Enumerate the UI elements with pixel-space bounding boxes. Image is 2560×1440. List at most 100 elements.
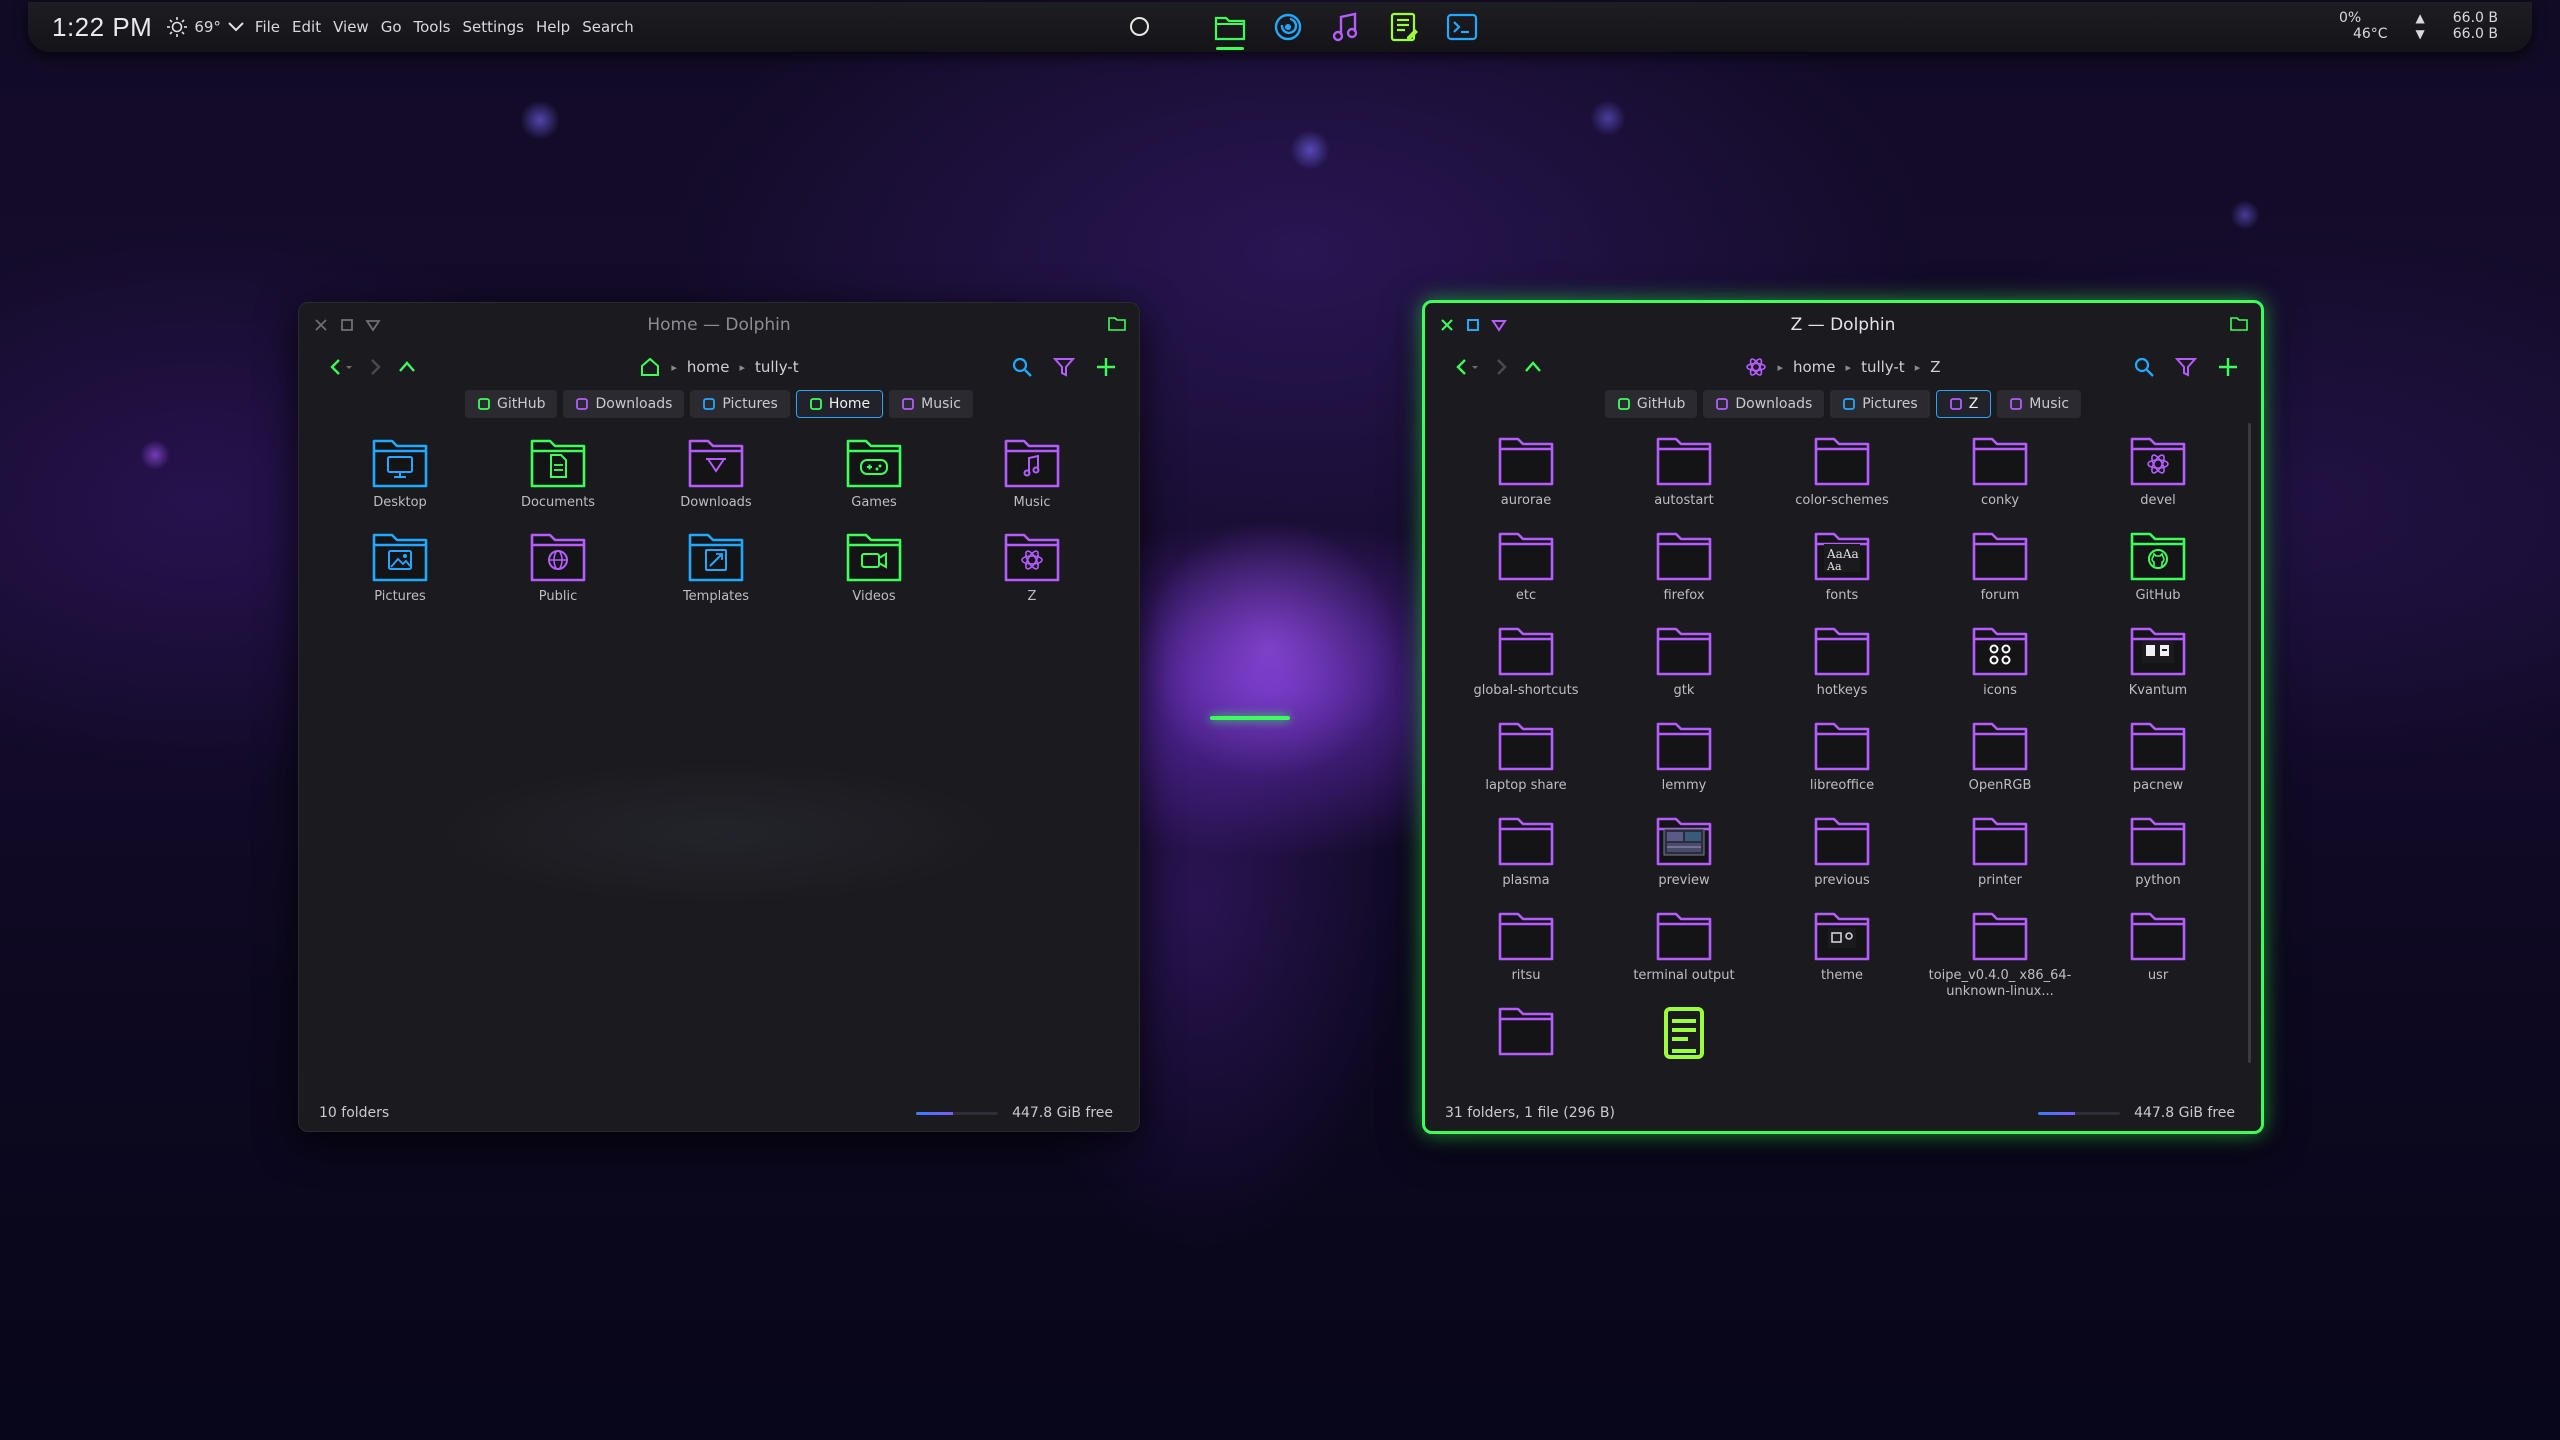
file-item[interactable]: Games — [795, 435, 953, 529]
back-icon[interactable] — [327, 357, 353, 377]
weather-widget[interactable]: 69° — [166, 16, 245, 38]
file-item[interactable]: Documents — [479, 435, 637, 529]
breadcrumb-user[interactable]: tully-t — [1861, 358, 1905, 376]
file-item[interactable]: laptop share — [1447, 718, 1605, 813]
file-item[interactable]: Public — [479, 529, 637, 623]
dolphin-home-window[interactable]: Home — Dolphin ▸ home ▸ tully-t GitHub Do… — [298, 302, 1140, 1132]
file-item[interactable]: color-schemes — [1763, 433, 1921, 528]
overview-circle-button[interactable] — [1130, 17, 1149, 36]
menu-help[interactable]: Help — [536, 18, 570, 36]
minimize-icon[interactable] — [1491, 317, 1507, 333]
file-item[interactable]: GitHub — [2079, 528, 2237, 623]
place-music[interactable]: Music — [1997, 390, 2082, 418]
file-item[interactable]: etc — [1447, 528, 1605, 623]
file-item[interactable]: lemmy — [1605, 718, 1763, 813]
titlebar[interactable]: Z — Dolphin — [1425, 303, 2261, 347]
file-item[interactable]: Desktop — [321, 435, 479, 529]
search-icon[interactable] — [1011, 356, 1033, 378]
close-icon[interactable] — [313, 317, 329, 333]
system-monitor[interactable]: 0% 46°C ▲ ▼ 66.0 B 66.0 B — [2339, 10, 2498, 42]
file-item[interactable]: theme — [1763, 908, 1921, 1003]
place-pictures[interactable]: Pictures — [690, 390, 790, 418]
place-github[interactable]: GitHub — [1604, 390, 1698, 418]
file-item[interactable] — [1447, 1003, 1605, 1098]
maximize-icon[interactable] — [339, 317, 355, 333]
file-item[interactable]: OpenRGB — [1921, 718, 2079, 813]
maximize-icon[interactable] — [1465, 317, 1481, 333]
place-downloads[interactable]: Downloads — [563, 390, 685, 418]
close-icon[interactable] — [1439, 317, 1455, 333]
file-item[interactable]: Music — [953, 435, 1111, 529]
file-item[interactable]: ritsu — [1447, 908, 1605, 1003]
file-item[interactable]: printer — [1921, 813, 2079, 908]
atom-icon[interactable] — [1745, 356, 1767, 378]
dolphin-z-window[interactable]: Z — Dolphin ▸ home ▸ tully-t ▸ Z GitHub D… — [1422, 300, 2264, 1134]
file-item[interactable]: preview — [1605, 813, 1763, 908]
minimize-icon[interactable] — [365, 317, 381, 333]
browser-task[interactable] — [1268, 8, 1308, 46]
chevron-down-icon[interactable] — [227, 21, 245, 33]
file-item[interactable]: previous — [1763, 813, 1921, 908]
file-item[interactable]: pacnew — [2079, 718, 2237, 813]
back-icon[interactable] — [1453, 357, 1479, 377]
file-item[interactable]: Z — [953, 529, 1111, 623]
file-item[interactable]: icons — [1921, 623, 2079, 718]
menu-tools[interactable]: Tools — [414, 18, 451, 36]
up-icon[interactable] — [1523, 359, 1543, 375]
menu-file[interactable]: File — [255, 18, 280, 36]
file-item[interactable]: Downloads — [637, 435, 795, 529]
titlebar[interactable]: Home — Dolphin — [299, 303, 1139, 347]
file-item[interactable]: toipe_v0.4.0_ x86_64- unknown-linux... — [1921, 908, 2079, 1003]
app-folder-icon[interactable] — [1107, 315, 1127, 333]
place-github[interactable]: GitHub — [464, 390, 558, 418]
place-home[interactable]: Home — [795, 390, 884, 418]
clock[interactable]: 1:22 PM — [52, 12, 152, 43]
breadcrumb-home[interactable]: home — [687, 358, 730, 376]
dolphin-task[interactable] — [1210, 8, 1250, 50]
breadcrumb-z[interactable]: Z — [1930, 358, 1940, 376]
filter-icon[interactable] — [2175, 356, 2197, 378]
breadcrumb-user[interactable]: tully-t — [755, 358, 799, 376]
breadcrumb-home[interactable]: home — [1793, 358, 1836, 376]
place-z[interactable]: Z — [1935, 390, 1992, 418]
file-item[interactable]: gtk — [1605, 623, 1763, 718]
search-icon[interactable] — [2133, 356, 2155, 378]
editor-task[interactable] — [1384, 8, 1424, 46]
menu-edit[interactable]: Edit — [292, 18, 321, 36]
menu-go[interactable]: Go — [381, 18, 402, 36]
file-item[interactable]: Kvantum — [2079, 623, 2237, 718]
free-space[interactable]: 447.8 GiB free — [2038, 1105, 2235, 1121]
home-icon[interactable] — [639, 356, 661, 378]
place-music[interactable]: Music — [889, 390, 974, 418]
forward-icon[interactable] — [367, 357, 383, 377]
file-item[interactable]: global-shortcuts — [1447, 623, 1605, 718]
file-item[interactable]: Videos — [795, 529, 953, 623]
file-item[interactable]: firefox — [1605, 528, 1763, 623]
file-item[interactable]: conky — [1921, 433, 2079, 528]
forward-icon[interactable] — [1493, 357, 1509, 377]
file-item[interactable]: autostart — [1605, 433, 1763, 528]
free-space[interactable]: 447.8 GiB free — [916, 1105, 1113, 1121]
app-folder-icon[interactable] — [2229, 315, 2249, 333]
file-item[interactable]: Templates — [637, 529, 795, 623]
file-item[interactable]: usr — [2079, 908, 2237, 1003]
music-task[interactable] — [1326, 8, 1366, 46]
file-item[interactable]: plasma — [1447, 813, 1605, 908]
file-item[interactable]: hotkeys — [1763, 623, 1921, 718]
menu-settings[interactable]: Settings — [462, 18, 524, 36]
file-item[interactable] — [1605, 1003, 1763, 1098]
file-item[interactable]: forum — [1921, 528, 2079, 623]
menu-view[interactable]: View — [333, 18, 369, 36]
file-item[interactable]: python — [2079, 813, 2237, 908]
file-item[interactable]: libreoffice — [1763, 718, 1921, 813]
add-icon[interactable] — [2217, 356, 2239, 378]
file-item[interactable]: AaAa Aa fonts — [1763, 528, 1921, 623]
place-downloads[interactable]: Downloads — [1703, 390, 1825, 418]
file-item[interactable]: terminal output — [1605, 908, 1763, 1003]
filter-icon[interactable] — [1053, 356, 1075, 378]
up-icon[interactable] — [397, 359, 417, 375]
file-item[interactable]: devel — [2079, 433, 2237, 528]
file-item[interactable]: Pictures — [321, 529, 479, 623]
scrollbar[interactable] — [2248, 423, 2251, 1063]
terminal-task[interactable] — [1442, 8, 1482, 46]
